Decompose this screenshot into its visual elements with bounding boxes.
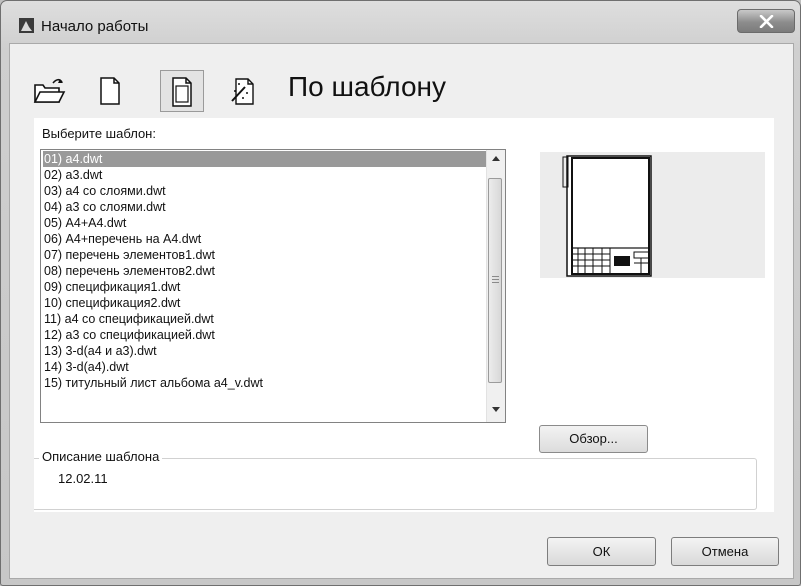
drawing-sheet-preview bbox=[562, 155, 652, 277]
open-folder-icon bbox=[33, 78, 66, 103]
list-item[interactable]: 12) a3 со спецификацией.dwt bbox=[43, 327, 489, 343]
description-label: Описание шаблона bbox=[39, 449, 163, 464]
template-listbox[interactable]: 01) a4.dwt 02) a3.dwt 03) a4 со слоями.d… bbox=[40, 149, 506, 423]
template-prompt: Выберите шаблон: bbox=[42, 126, 156, 141]
app-icon bbox=[19, 18, 34, 33]
scroll-thumb[interactable] bbox=[488, 178, 502, 383]
start-dialog: Начало работы По шаблону Выберите шаблон… bbox=[0, 0, 801, 586]
list-item[interactable]: 08) перечень элементов2.dwt bbox=[43, 263, 489, 279]
list-item[interactable]: 02) a3.dwt bbox=[43, 167, 489, 183]
dialog-body: По шаблону Выберите шаблон: 01) a4.dwt 0… bbox=[9, 43, 794, 579]
list-item[interactable]: 09) спецификация1.dwt bbox=[43, 279, 489, 295]
template-panel: Выберите шаблон: 01) a4.dwt 02) a3.dwt 0… bbox=[34, 118, 774, 512]
wizard-icon bbox=[231, 78, 254, 105]
list-item[interactable]: 15) титульный лист альбома a4_v.dwt bbox=[43, 375, 489, 391]
template-icon bbox=[172, 77, 192, 107]
thumb-grip bbox=[492, 279, 499, 280]
thumb-grip bbox=[492, 276, 499, 277]
open-drawing-tool[interactable] bbox=[27, 70, 71, 112]
list-item[interactable]: 05) А4+А4.dwt bbox=[43, 215, 489, 231]
use-wizard-tool[interactable] bbox=[222, 70, 266, 112]
window-title: Начало работы bbox=[41, 18, 149, 35]
list-item[interactable]: 10) спецификация2.dwt bbox=[43, 295, 489, 311]
list-item[interactable]: 14) 3-d(a4).dwt bbox=[43, 359, 489, 375]
list-item[interactable]: 03) a4 со слоями.dwt bbox=[43, 183, 489, 199]
template-preview bbox=[540, 152, 765, 278]
arrow-up-icon bbox=[492, 156, 500, 161]
cancel-button[interactable]: Отмена bbox=[671, 537, 779, 566]
scroll-down-button[interactable] bbox=[487, 402, 505, 419]
start-from-scratch-tool[interactable] bbox=[88, 70, 132, 112]
list-scrollbar[interactable] bbox=[486, 150, 505, 422]
list-item[interactable]: 04) a3 со слоями.dwt bbox=[43, 199, 489, 215]
arrow-down-icon bbox=[492, 407, 500, 412]
scroll-up-button[interactable] bbox=[487, 151, 505, 168]
list-item[interactable]: 13) 3-d(a4 и a3).dwt bbox=[43, 343, 489, 359]
title-bar[interactable]: Начало работы bbox=[1, 1, 800, 43]
close-icon bbox=[759, 15, 774, 28]
close-button[interactable] bbox=[737, 9, 795, 33]
list-item[interactable]: 07) перечень элементов1.dwt bbox=[43, 247, 489, 263]
list-item[interactable]: 01) a4.dwt bbox=[43, 151, 489, 167]
thumb-grip bbox=[492, 282, 499, 283]
ok-button[interactable]: ОК bbox=[547, 537, 656, 566]
browse-button[interactable]: Обзор... bbox=[539, 425, 648, 453]
template-description: Описание шаблона 12.02.11 bbox=[34, 449, 757, 510]
toolbar: По шаблону bbox=[10, 44, 793, 120]
blank-drawing-icon bbox=[100, 77, 120, 105]
list-item[interactable]: 06) А4+перечень на А4.dwt bbox=[43, 231, 489, 247]
use-template-tool[interactable] bbox=[160, 70, 204, 112]
mode-heading: По шаблону bbox=[288, 71, 446, 102]
description-text: 12.02.11 bbox=[58, 471, 108, 486]
list-item[interactable]: 11) a4 со спецификацией.dwt bbox=[43, 311, 489, 327]
